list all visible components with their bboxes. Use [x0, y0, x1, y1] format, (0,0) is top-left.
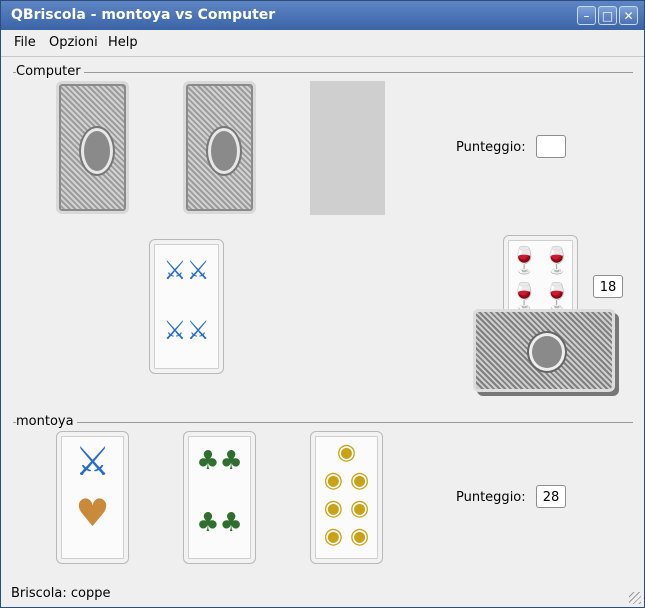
card-back-emblem-icon [208, 128, 240, 174]
coin-icon: ◉ ◉ [323, 496, 370, 521]
club-icon: ♣♣ [196, 446, 243, 476]
menu-opzioni[interactable]: Opzioni [49, 35, 98, 50]
computer-group-label: Computer [16, 64, 84, 79]
coin-icon: ◉ ◉ [323, 468, 370, 493]
resize-grip-icon[interactable] [629, 592, 641, 604]
coin-icon: ◉ ◉ [323, 524, 370, 549]
main-window: QBriscola - montoya vs Computer – □ ✕ Fi… [0, 0, 645, 608]
player-group-label: montoya [16, 414, 77, 429]
cup-icon: 🍷🍷 [508, 246, 573, 276]
status-bar-text: Briscola: coppe [11, 586, 111, 601]
played-card-spade: ⚔⚔ ⚔⚔ [149, 239, 224, 374]
menu-file[interactable]: File [14, 35, 36, 50]
player-card-1[interactable]: ⚔ ♥ [56, 431, 129, 564]
player-card-2[interactable]: ♣♣ ♣♣ [183, 431, 256, 564]
club-icon: ♣♣ [196, 508, 243, 538]
coin-icon: ◉ [336, 440, 357, 465]
menu-bar: File Opzioni Help [1, 30, 644, 57]
cherub-icon: ♥ [75, 491, 110, 535]
deck-emblem-icon [529, 333, 565, 371]
computer-card-back-2 [183, 81, 256, 214]
deck [473, 309, 615, 392]
title-bar[interactable]: QBriscola - montoya vs Computer – □ ✕ [1, 1, 644, 30]
maximize-icon[interactable]: □ [598, 6, 617, 25]
window-title: QBriscola - montoya vs Computer [11, 7, 276, 23]
player-score-field: 28 [536, 485, 566, 508]
menu-help[interactable]: Help [108, 35, 138, 50]
computer-group-divider [13, 72, 633, 73]
player-card-3[interactable]: ◉ ◉ ◉ ◉ ◉ ◉ ◉ [310, 431, 383, 564]
computer-card-empty-slot [310, 81, 385, 215]
sword-icon: ⚔ [74, 439, 111, 485]
sword-icon: ⚔⚔ [163, 256, 210, 286]
deck-count: 18 [593, 275, 623, 298]
minimize-icon[interactable]: – [577, 6, 596, 25]
computer-score-field [536, 135, 566, 158]
computer-card-back-1 [56, 81, 129, 214]
player-score-label: Punteggio: [456, 490, 526, 505]
sword-icon: ⚔⚔ [163, 316, 210, 346]
cup-icon: 🍷🍷 [508, 282, 573, 312]
card-back-emblem-icon [81, 128, 113, 174]
computer-score-label: Punteggio: [456, 140, 526, 155]
player-group-divider [13, 422, 633, 423]
close-icon[interactable]: ✕ [619, 6, 638, 25]
